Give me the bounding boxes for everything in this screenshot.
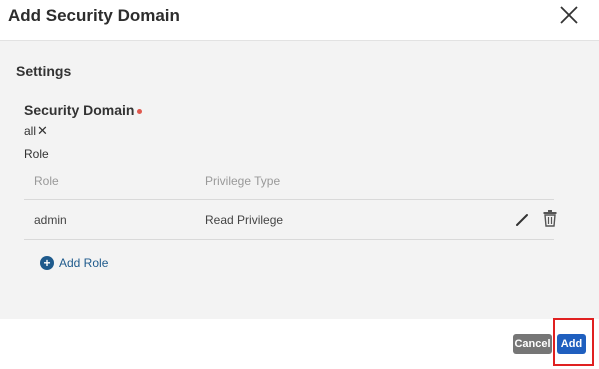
column-header-role: Role — [34, 174, 59, 188]
cancel-button[interactable]: Cancel — [513, 334, 552, 354]
required-indicator — [137, 108, 143, 114]
column-header-privilege-type: Privilege Type — [205, 174, 281, 188]
table-row: admin Read Privilege — [24, 200, 557, 240]
dialog-footer — [0, 319, 599, 369]
table-header: Role Privilege Type — [24, 167, 554, 200]
close-icon[interactable] — [558, 4, 580, 26]
pencil-icon[interactable] — [514, 211, 530, 227]
plus-circle-icon: + — [40, 256, 54, 270]
trash-icon[interactable] — [542, 209, 558, 227]
cell-role: admin — [34, 213, 67, 227]
dialog-title: Add Security Domain — [8, 6, 180, 25]
add-role-button[interactable]: + Add Role — [40, 256, 108, 270]
security-domain-chip: all✕ — [24, 123, 48, 139]
settings-heading: Settings — [16, 63, 72, 79]
security-domain-label: Security Domain — [24, 102, 143, 118]
add-role-label: Add Role — [59, 256, 109, 270]
remove-chip-icon[interactable]: ✕ — [37, 123, 48, 138]
add-button[interactable]: Add — [557, 334, 586, 354]
security-domain-label-text: Security Domain — [24, 102, 135, 118]
roles-table: Role Privilege Type admin Read Privilege — [24, 167, 557, 240]
dialog-header: Add Security Domain — [0, 0, 599, 41]
role-label: Role — [24, 147, 49, 161]
chip-label: all — [24, 124, 37, 138]
cell-privilege: Read Privilege — [205, 213, 284, 227]
dialog-body: Settings Security Domain all✕ Role Role … — [0, 41, 599, 319]
